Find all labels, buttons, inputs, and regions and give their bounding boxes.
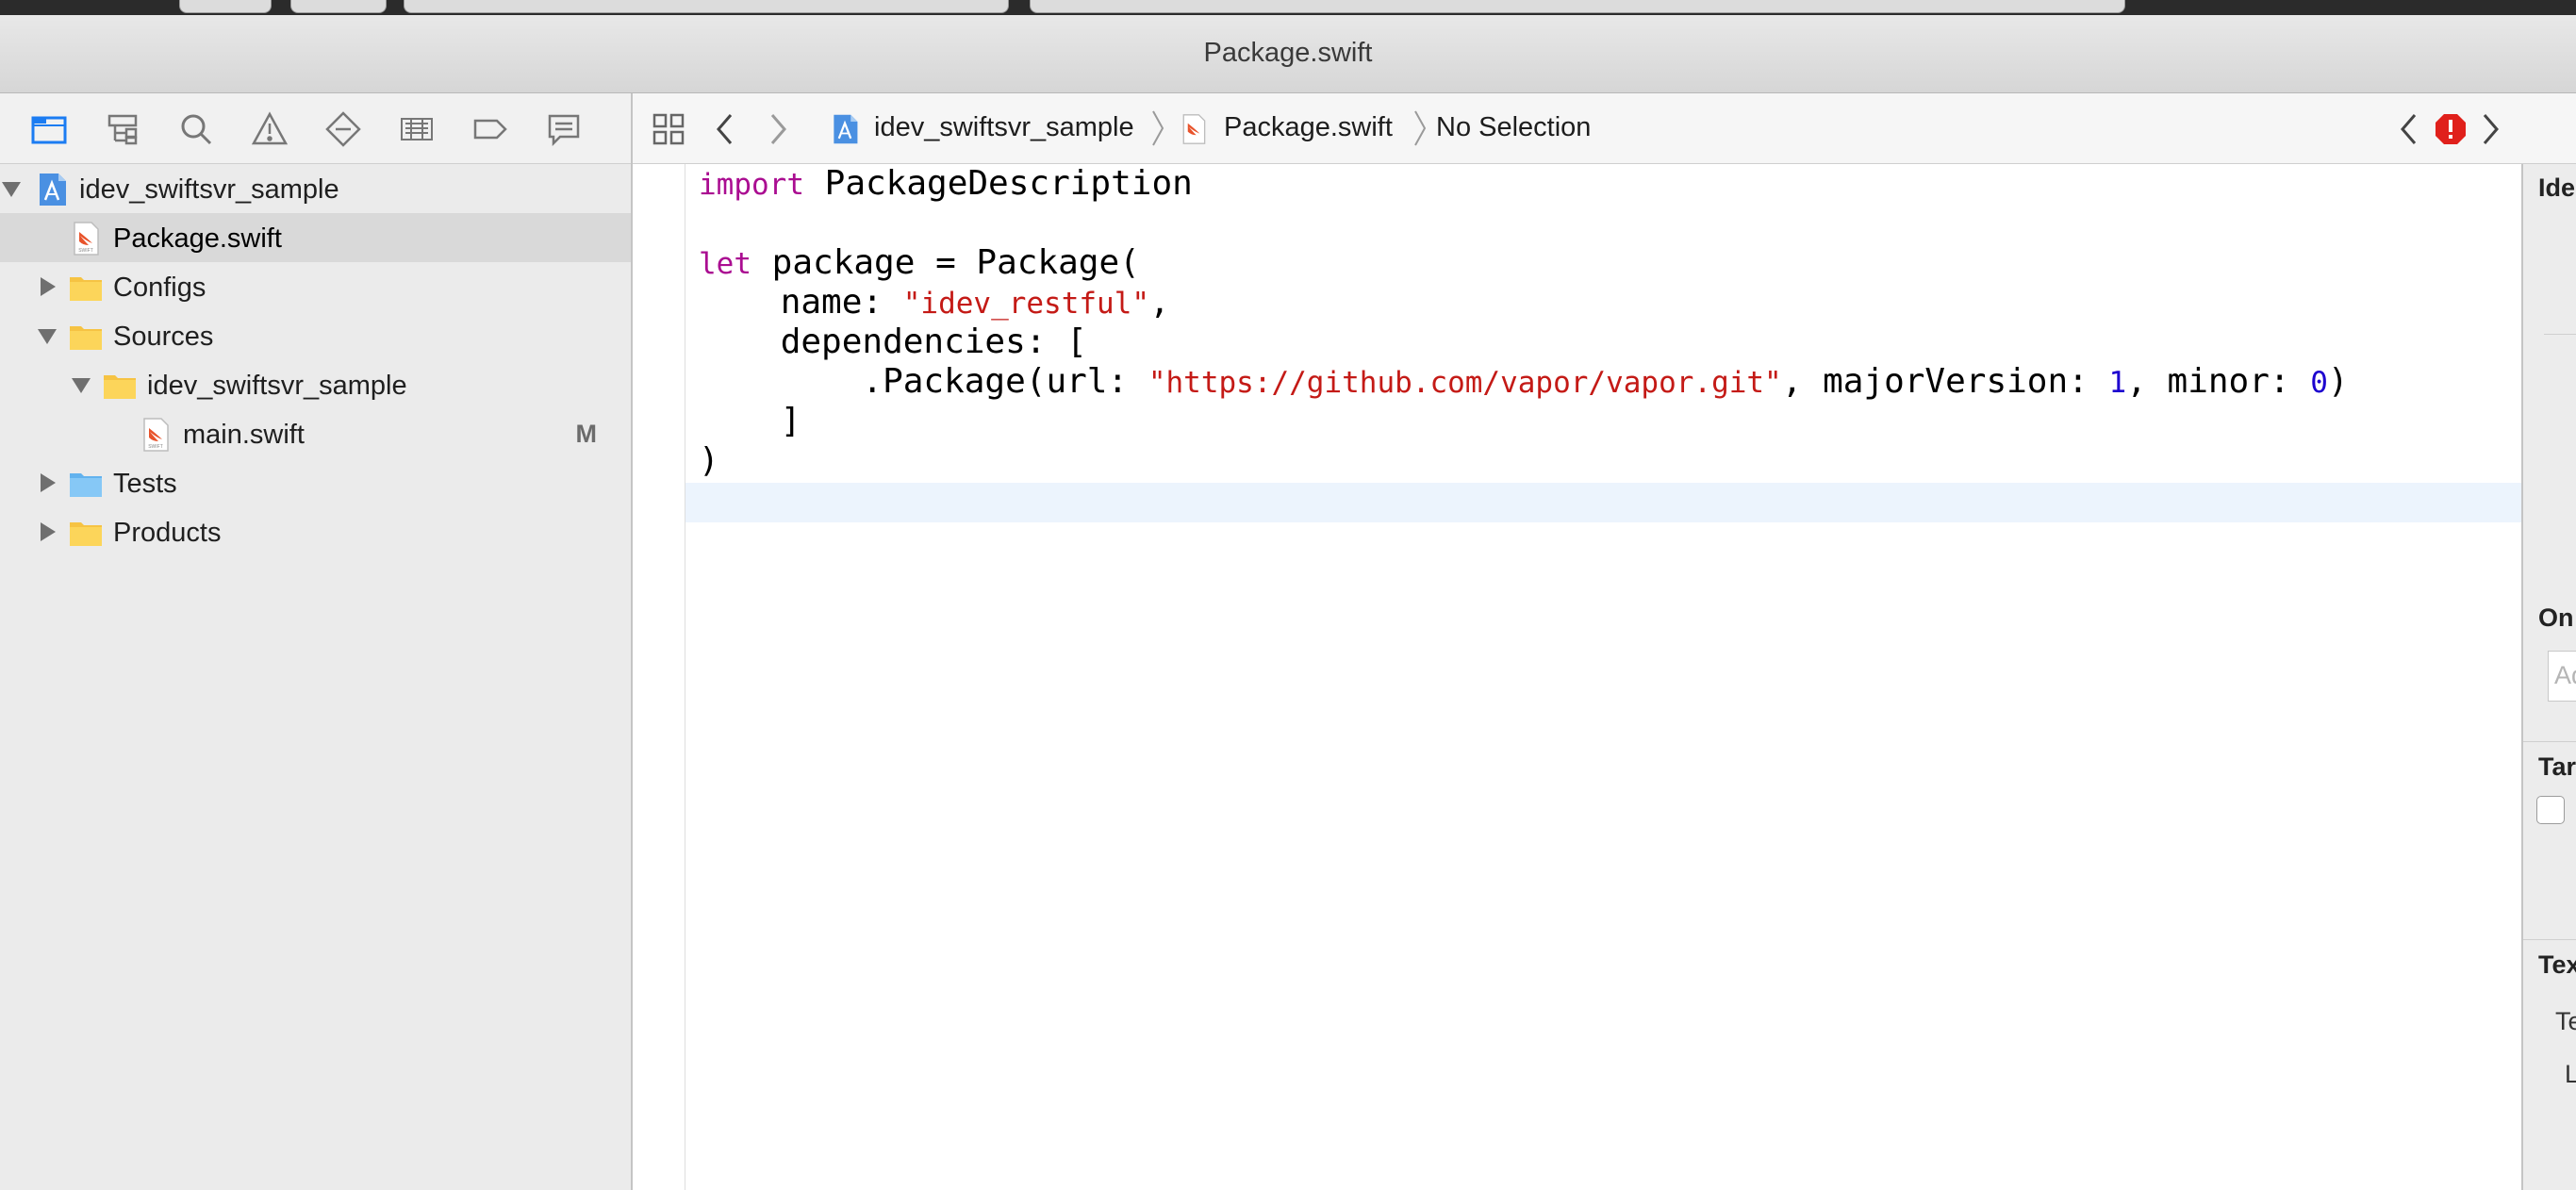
disclosure-triangle-collapsed-icon[interactable] (36, 275, 58, 298)
tree-item-label: Products (113, 518, 222, 548)
identity-section-header: Ide (2538, 174, 2576, 202)
issue-navigator-icon[interactable] (251, 110, 289, 148)
target-membership-section-header: Tar (2538, 752, 2576, 781)
find-navigator-icon[interactable] (177, 110, 215, 148)
source-control-modified-badge: M (575, 420, 598, 448)
forward-chevron-icon[interactable] (767, 112, 789, 146)
breakpoint-navigator-icon[interactable] (471, 110, 509, 148)
tree-item-label: Sources (113, 322, 214, 352)
xcode-project-icon (40, 174, 66, 206)
tree-item-main-swift[interactable]: SWIFT main.swift M (0, 409, 631, 458)
error-issue-icon[interactable] (2434, 112, 2468, 146)
title-bar: Package.swift (0, 15, 2576, 93)
tree-item-label: idev_swiftsvr_sample (79, 174, 339, 205)
jumpbar-selection[interactable]: No Selection (1436, 112, 1591, 143)
breadcrumb-separator-icon (1152, 110, 1164, 146)
source-editor[interactable]: import PackageDescription let package = … (685, 164, 2521, 1190)
on-demand-tags-field[interactable]: Ad (2548, 651, 2576, 702)
blue-folder-icon (70, 473, 102, 497)
tree-item-target-folder[interactable]: idev_swiftsvr_sample (0, 360, 631, 409)
tree-item-label: Package.swift (113, 223, 282, 254)
section-divider (2544, 334, 2576, 335)
utilities-inspector: Ide On Ad Tar Tex Te L (2521, 164, 2576, 1190)
swift-file-icon: SWIFT (143, 418, 169, 452)
tree-item-label: Tests (113, 469, 177, 499)
code-line: .Package(url: "https://github.com/vapor/… (699, 362, 2349, 401)
on-demand-section-header: On (2538, 603, 2574, 632)
disclosure-triangle-collapsed-icon[interactable] (36, 521, 58, 543)
disclosure-triangle-collapsed-icon[interactable] (36, 471, 58, 494)
tree-item-configs[interactable]: Configs (0, 262, 631, 311)
current-line-highlight (685, 483, 2521, 522)
disclosure-triangle-expanded-icon[interactable] (70, 373, 92, 396)
report-navigator-icon[interactable] (545, 110, 583, 148)
swift-file-icon (1182, 114, 1206, 144)
disclosure-triangle-expanded-icon[interactable] (36, 324, 58, 347)
toolbar-segment (404, 0, 1009, 13)
tree-item-products[interactable]: Products (0, 507, 631, 556)
line-endings-label: L (2565, 1060, 2576, 1088)
code-line: name: "idev_restful", (699, 283, 1170, 322)
project-navigator: idev_swiftsvr_sample SWIFT Package.swift… (0, 93, 633, 1190)
jumpbar-project[interactable]: idev_swiftsvr_sample (874, 112, 1134, 143)
xcode-project-icon (834, 114, 858, 144)
text-settings-section-header: Tex (2538, 950, 2576, 979)
svg-text:SWIFT: SWIFT (148, 444, 163, 450)
tree-item-package-swift[interactable]: SWIFT Package.swift (0, 213, 631, 262)
previous-issue-chevron-icon[interactable] (2398, 112, 2420, 146)
symbol-navigator-icon[interactable] (104, 110, 141, 148)
line-number-gutter (633, 164, 685, 1190)
folder-icon (70, 522, 102, 546)
activity-view (1030, 0, 2125, 13)
code-line: ] (699, 402, 801, 440)
target-membership-checkbox[interactable] (2536, 796, 2565, 824)
tree-item-project[interactable]: idev_swiftsvr_sample (0, 164, 631, 213)
toolbar-segment (179, 0, 272, 13)
code-line: let package = Package( (699, 243, 1140, 282)
folder-icon (70, 277, 102, 301)
back-chevron-icon[interactable] (714, 112, 736, 146)
text-encoding-label: Te (2555, 1007, 2576, 1035)
svg-text:SWIFT: SWIFT (78, 248, 93, 254)
disclosure-triangle-expanded-icon[interactable] (0, 177, 23, 200)
tree-item-sources[interactable]: Sources (0, 311, 631, 360)
tree-item-label: idev_swiftsvr_sample (147, 371, 407, 401)
jumpbar-file[interactable]: Package.swift (1224, 112, 1393, 143)
window-top-strip (0, 0, 2576, 15)
folder-icon (70, 326, 102, 350)
next-issue-chevron-icon[interactable] (2479, 112, 2502, 146)
tree-item-label: Configs (113, 273, 206, 303)
tree-item-label: main.swift (183, 420, 305, 450)
folder-icon (104, 375, 136, 399)
window-title: Package.swift (1203, 38, 1373, 68)
code-line: dependencies: [ (699, 322, 1087, 361)
debug-navigator-icon[interactable] (398, 110, 436, 148)
tree-item-tests[interactable]: Tests (0, 458, 631, 507)
code-line: ) (699, 441, 719, 480)
section-divider (2523, 741, 2576, 742)
breadcrumb-separator-icon (1414, 110, 1427, 146)
code-line: import PackageDescription (699, 164, 1193, 203)
section-divider (2523, 939, 2576, 940)
project-navigator-icon[interactable] (30, 110, 68, 148)
swift-file-icon: SWIFT (74, 222, 99, 256)
test-navigator-icon[interactable] (324, 110, 362, 148)
related-items-icon[interactable] (652, 112, 685, 146)
toolbar-segment (290, 0, 387, 13)
navigator-selector-bar (0, 93, 631, 164)
editor-jump-bar: idev_swiftsvr_sample Package.swift No Se… (633, 93, 2576, 164)
